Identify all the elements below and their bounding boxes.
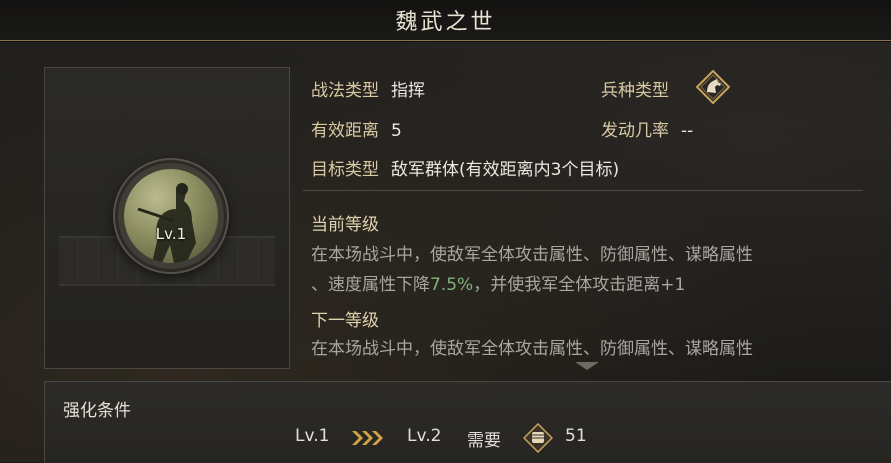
troop-type-label: 兵种类型 [601,81,669,101]
warrior-icon [124,169,218,263]
current-level-line2-b: ，并使我军全体攻击距离+1 [473,275,686,295]
from-level: Lv.1 [295,426,330,446]
current-level-line2: 、速度属性下降7.5%，并使我军全体攻击距离+1 [311,270,685,300]
trigger-rate-label: 发动几率 [601,121,669,141]
current-level-heading: 当前等级 [311,215,379,235]
troop-type-row: 兵种类型 [601,76,669,101]
need-label: 需要 [467,431,501,451]
scroll-down-icon[interactable] [575,362,599,370]
range-value: 5 [391,121,402,141]
title-bar: 魏武之世 [0,0,891,41]
skill-portrait-panel: Lv.1 [44,67,290,369]
chevrons-right-icon [352,431,383,445]
divider [303,190,863,191]
upgrade-condition-title: 强化条件 [63,401,131,421]
horse-icon[interactable] [696,70,730,104]
target-type-label: 目标类型 [311,160,379,180]
trigger-rate-value: -- [681,121,694,141]
trigger-rate-row: 发动几率 -- [601,116,693,141]
range-row: 有效距离 5 [311,116,402,141]
upgrade-condition-panel: 强化条件 Lv.1 Lv.2 需要 51 [44,381,891,463]
to-level: Lv.2 [407,426,442,446]
target-type-row: 目标类型 敌军群体(有效距离内3个目标) [311,155,619,180]
next-level-heading: 下一等级 [311,311,379,331]
current-level-line1: 在本场战斗中，使敌军全体攻击属性、防御属性、谋略属性 [311,245,753,265]
tactic-type-value: 指挥 [391,81,425,101]
fist-token-icon [523,423,553,453]
target-type-value: 敌军群体(有效距离内3个目标) [391,160,620,180]
current-level-value: 7.5% [430,275,474,295]
next-level-line1: 在本场战斗中，使敌军全体攻击属性、防御属性、谋略属性 [311,339,753,359]
skill-level-badge: Lv.1 [155,225,187,243]
current-level-line2-a: 、速度属性下降 [311,275,430,295]
range-label: 有效距离 [311,121,379,141]
cost-value: 51 [565,426,587,446]
tactic-type-label: 战法类型 [311,81,379,101]
skill-icon-frame[interactable]: Lv.1 [115,160,227,272]
page-title: 魏武之世 [395,10,496,35]
tactic-type-row: 战法类型 指挥 [311,76,425,101]
